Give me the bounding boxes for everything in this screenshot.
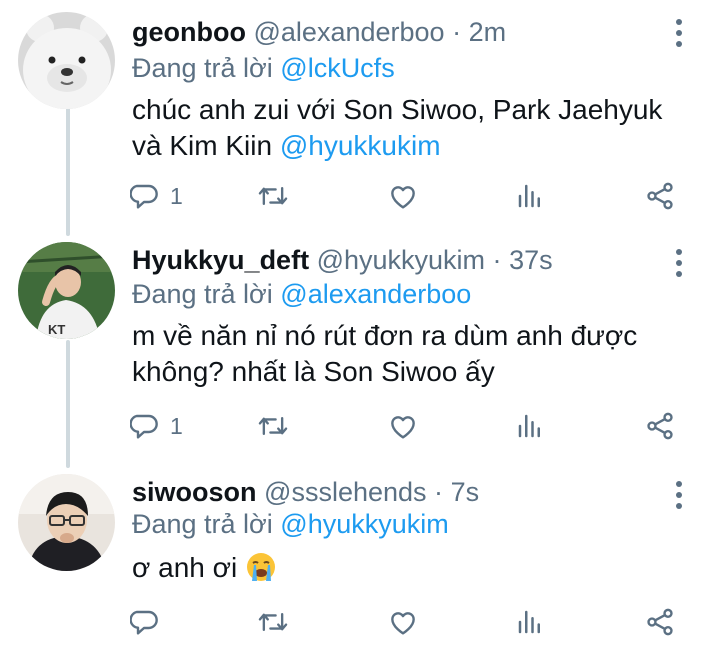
reply-button[interactable]: 1 xyxy=(130,406,183,446)
tweet-text-line: không? nhất là Son Siwoo ấy xyxy=(132,356,495,387)
retweet-icon xyxy=(258,416,288,436)
display-name[interactable]: geonboo xyxy=(132,17,246,47)
more-icon[interactable] xyxy=(664,246,694,280)
timestamp[interactable]: 7s xyxy=(451,477,480,507)
tweet-text-line: chúc anh zui với Son Siwoo, Park Jaehyuk xyxy=(132,94,663,125)
tweet-header: geonboo @alexanderboo · 2m xyxy=(132,14,506,50)
replying-to-mention[interactable]: @lckUcfs xyxy=(280,53,394,83)
reply-button[interactable]: 1 xyxy=(130,176,183,216)
retweet-icon xyxy=(258,186,288,206)
tweet-text: ơ anh ơi xyxy=(132,550,692,592)
tweet-text-line: và Kim Kiin @hyukkukim xyxy=(132,128,692,164)
user-handle[interactable]: @ssslehends xyxy=(264,477,427,507)
reply-icon xyxy=(130,184,158,209)
retweet-button[interactable] xyxy=(256,176,290,216)
retweet-button[interactable] xyxy=(256,406,290,446)
tweet-header: siwooson @ssslehends · 7s xyxy=(132,474,479,510)
tweet-text-fragment: ơ anh ơi xyxy=(132,552,238,583)
share-icon xyxy=(647,412,673,440)
tweet-text: chúc anh zui với Son Siwoo, Park Jaehyuk… xyxy=(132,92,692,164)
stats-button[interactable] xyxy=(515,406,545,446)
retweet-icon xyxy=(258,612,288,632)
replying-to-mention[interactable]: @hyukkyukim xyxy=(280,509,448,539)
white-bear-plush-icon xyxy=(18,12,115,109)
replying-to: Đang trả lời @lckUcfs xyxy=(132,50,395,86)
share-button[interactable] xyxy=(644,406,676,446)
tweet-actions: 1 xyxy=(130,176,690,216)
separator-dot: · xyxy=(452,17,462,47)
reply-button[interactable] xyxy=(130,602,162,642)
separator-dot: · xyxy=(434,477,444,507)
display-name[interactable]: siwooson xyxy=(132,477,257,507)
user-handle[interactable]: @alexanderboo xyxy=(254,17,445,47)
stats-icon xyxy=(518,414,540,438)
tweet-text-line: m về năn nỉ nó rút đơn ra dùm anh được xyxy=(132,320,638,351)
reply-icon xyxy=(130,414,158,439)
separator-dot: · xyxy=(492,245,502,275)
replying-to: Đang trả lời @alexanderboo xyxy=(132,276,471,312)
like-button[interactable] xyxy=(387,406,419,446)
like-icon xyxy=(391,416,415,439)
svg-text:KT: KT xyxy=(48,322,65,337)
tweet-actions: 1 xyxy=(130,406,690,446)
retweet-button[interactable] xyxy=(256,602,290,642)
tweet[interactable]: geonboo @alexanderboo · 2m Đang trả lời … xyxy=(0,8,720,228)
replying-to-label: Đang trả lời xyxy=(132,509,273,539)
mention-link[interactable]: @hyukkukim xyxy=(280,130,441,161)
reply-count: 1 xyxy=(170,182,183,209)
user-handle[interactable]: @hyukkyukim xyxy=(317,245,485,275)
replying-to-mention[interactable]: @alexanderboo xyxy=(280,279,471,309)
baseball-player-icon: KT xyxy=(18,242,115,339)
reply-count: 1 xyxy=(170,412,183,439)
gamer-with-glasses-icon xyxy=(18,474,115,571)
timestamp[interactable]: 2m xyxy=(469,17,507,47)
stats-button[interactable] xyxy=(515,176,545,216)
timestamp[interactable]: 37s xyxy=(509,245,553,275)
like-icon xyxy=(391,186,415,209)
share-button[interactable] xyxy=(644,176,676,216)
like-button[interactable] xyxy=(387,176,419,216)
like-button[interactable] xyxy=(387,602,419,642)
share-icon xyxy=(647,608,673,636)
loudly-crying-face-icon xyxy=(245,551,277,592)
replying-to-label: Đang trả lời xyxy=(132,53,273,83)
replying-to-label: Đang trả lời xyxy=(132,279,273,309)
avatar[interactable] xyxy=(18,12,115,109)
stats-icon xyxy=(518,184,540,208)
avatar[interactable]: KT xyxy=(18,242,115,339)
tweet-actions xyxy=(130,602,690,642)
stats-icon xyxy=(518,610,540,634)
avatar[interactable] xyxy=(18,474,115,571)
share-icon xyxy=(647,182,673,210)
display-name[interactable]: Hyukkyu_deft xyxy=(132,245,309,275)
replying-to: Đang trả lời @hyukkyukim xyxy=(132,506,449,542)
share-button[interactable] xyxy=(644,602,676,642)
more-icon[interactable] xyxy=(664,478,694,512)
tweet[interactable]: siwooson @ssslehends · 7s Đang trả lời @… xyxy=(0,470,720,650)
tweet-text: m về năn nỉ nó rút đơn ra dùm anh được k… xyxy=(132,318,692,390)
tweet-header: Hyukkyu_deft @hyukkyukim · 37s xyxy=(132,242,553,278)
tweet-text-fragment: và Kim Kiin xyxy=(132,130,273,161)
more-icon[interactable] xyxy=(664,16,694,50)
like-icon xyxy=(391,612,415,635)
tweet[interactable]: KT Hyukkyu_deft @hyukkyukim · 37s Đang t… xyxy=(0,238,720,458)
stats-button[interactable] xyxy=(515,602,545,642)
reply-icon xyxy=(130,610,158,635)
